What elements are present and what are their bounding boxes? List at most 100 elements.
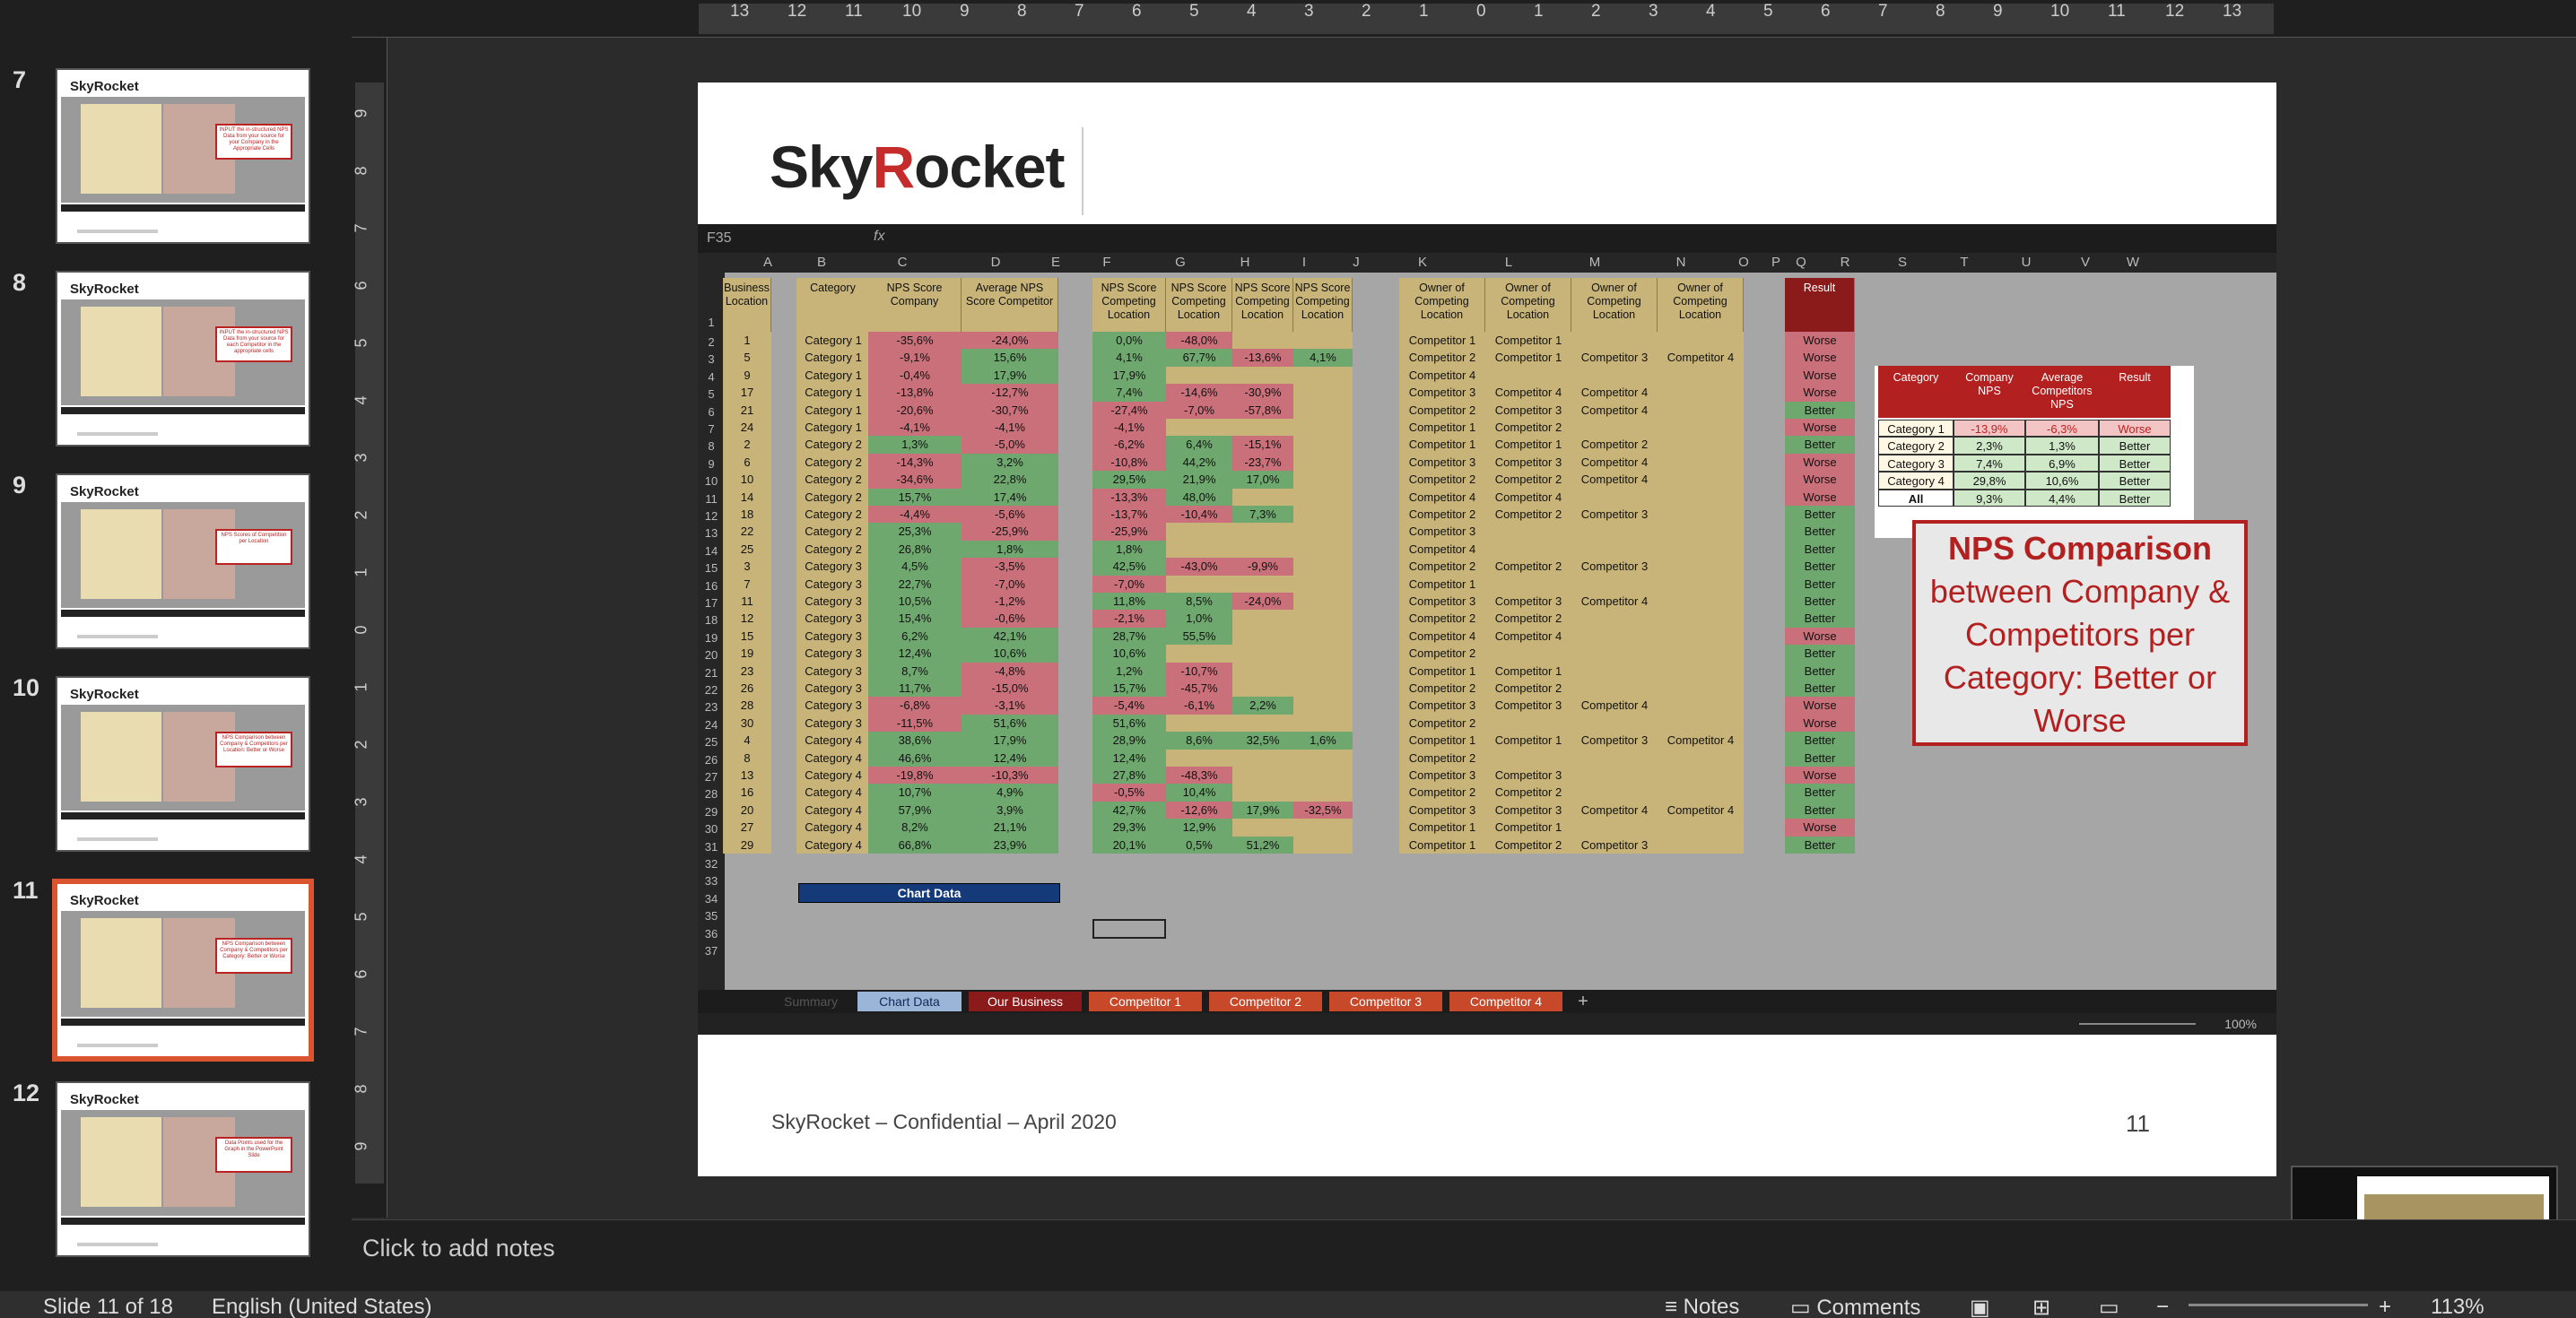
grid-cell[interactable]	[1658, 436, 1744, 454]
grid-cell[interactable]: Category 4	[796, 819, 870, 837]
grid-cell[interactable]: 7,4%	[1092, 384, 1166, 402]
grid-cell[interactable]: 3	[723, 558, 771, 576]
grid-cell[interactable]	[1293, 401, 1353, 419]
grid-cell[interactable]: Worse	[1785, 419, 1855, 437]
grid-cell[interactable]: Competitor 2	[1399, 471, 1485, 489]
grid-cell[interactable]: Competitor 3	[1399, 593, 1485, 611]
grid-cell[interactable]	[1658, 784, 1744, 802]
grid-cell[interactable]	[1658, 419, 1744, 437]
grid-cell[interactable]: 17,9%	[962, 732, 1058, 750]
grid-cell[interactable]	[1166, 366, 1232, 385]
grid-cell[interactable]	[1658, 575, 1744, 593]
grid-cell[interactable]	[1658, 593, 1744, 611]
grid-cell[interactable]: -13,8%	[868, 384, 962, 402]
grid-cell[interactable]: -15,0%	[962, 680, 1058, 698]
grid-cell[interactable]: -25,9%	[962, 523, 1058, 541]
grid-cell[interactable]: Competitor 1	[1399, 732, 1485, 750]
grid-cell[interactable]	[1293, 819, 1353, 837]
grid-cell[interactable]: Category 2	[796, 436, 870, 454]
grid-cell[interactable]: Competitor 1	[1399, 819, 1485, 837]
cell-reference[interactable]: F35	[707, 230, 732, 247]
grid-cell[interactable]: 15,7%	[1092, 680, 1166, 698]
grid-cell[interactable]	[1293, 836, 1353, 854]
grid-cell[interactable]: Competitor 2	[1399, 506, 1485, 524]
sheet-tab-5[interactable]: Competitor 3	[1329, 992, 1442, 1011]
grid-cell[interactable]: -12,7%	[962, 384, 1058, 402]
grid-cell[interactable]: Competitor 1	[1485, 436, 1571, 454]
grid-cell[interactable]: Competitor 4	[1658, 801, 1744, 819]
grid-cell[interactable]: Competitor 1	[1399, 436, 1485, 454]
grid-cell[interactable]: 8,5%	[1166, 593, 1232, 611]
chart-data-button[interactable]: Chart Data	[798, 883, 1060, 903]
grid-cell[interactable]: -10,4%	[1166, 506, 1232, 524]
grid-cell[interactable]: -13,6%	[1232, 349, 1293, 367]
grid-cell[interactable]: 8	[723, 749, 771, 767]
grid-cell[interactable]: Better	[1785, 575, 1855, 593]
grid-cell[interactable]: -27,4%	[1092, 401, 1166, 419]
grid-cell[interactable]	[1166, 749, 1232, 767]
grid-cell[interactable]: 23,9%	[962, 836, 1058, 854]
grid-cell[interactable]: Competitor 2	[1399, 749, 1485, 767]
grid-cell[interactable]: Competitor 2	[1399, 784, 1485, 802]
thumbnail-number[interactable]: 8	[13, 269, 48, 297]
grid-cell[interactable]: 44,2%	[1166, 453, 1232, 472]
grid-cell[interactable]: Competitor 3	[1485, 697, 1571, 715]
grid-cell[interactable]: Category 4	[796, 749, 870, 767]
grid-cell[interactable]	[1658, 645, 1744, 663]
grid-cell[interactable]: Competitor 1	[1485, 332, 1571, 350]
grid-cell[interactable]: 0,5%	[1166, 836, 1232, 854]
grid-cell[interactable]	[1293, 662, 1353, 680]
grid-cell[interactable]: Better	[1785, 436, 1855, 454]
grid-cell[interactable]: 28,7%	[1092, 627, 1166, 646]
thumbnail-number[interactable]: 9	[13, 472, 48, 499]
slide-thumbnail-9[interactable]: SkyRocket NPS Scores of Competition per L…	[56, 473, 310, 649]
grid-cell[interactable]: 12,4%	[1092, 749, 1166, 767]
grid-cell[interactable]: Worse	[1785, 471, 1855, 489]
grid-cell[interactable]: 7,3%	[1232, 506, 1293, 524]
grid-cell[interactable]: -43,0%	[1166, 558, 1232, 576]
grid-cell[interactable]	[1485, 366, 1571, 385]
grid-cell[interactable]: 38,6%	[868, 732, 962, 750]
grid-cell[interactable]	[1571, 366, 1658, 385]
zoom-level[interactable]: 113%	[2431, 1295, 2485, 1318]
grid-cell[interactable]: 2,2%	[1232, 697, 1293, 715]
grid-cell[interactable]: 15	[723, 627, 771, 646]
grid-cell[interactable]: 48,0%	[1166, 488, 1232, 506]
grid-cell[interactable]: Competitor 3	[1399, 801, 1485, 819]
grid-cell[interactable]: Competitor 2	[1485, 610, 1571, 628]
grid-cell[interactable]: Category 1	[796, 332, 870, 350]
grid-cell[interactable]: -19,8%	[868, 767, 962, 785]
grid-cell[interactable]: -0,5%	[1092, 784, 1166, 802]
grid-cell[interactable]: 17,0%	[1232, 471, 1293, 489]
grid-cell[interactable]: -14,6%	[1166, 384, 1232, 402]
thumbnail-number[interactable]: 7	[13, 66, 48, 94]
grid-cell[interactable]: Competitor 3	[1485, 801, 1571, 819]
grid-cell[interactable]: Category 1	[796, 366, 870, 385]
sheet-tab-6[interactable]: Competitor 4	[1449, 992, 1562, 1011]
grid-cell[interactable]: Category 4	[796, 801, 870, 819]
grid-cell[interactable]: Category 1	[796, 384, 870, 402]
grid-cell[interactable]	[1293, 610, 1353, 628]
grid-cell[interactable]: Worse	[1785, 366, 1855, 385]
grid-cell[interactable]: Competitor 2	[1399, 558, 1485, 576]
grid-cell[interactable]: Worse	[1785, 349, 1855, 367]
grid-cell[interactable]: 12	[723, 610, 771, 628]
zoom-out-icon[interactable]: −	[2156, 1295, 2169, 1318]
grid-cell[interactable]: Competitor 1	[1399, 332, 1485, 350]
grid-cell[interactable]: Worse	[1785, 453, 1855, 472]
grid-cell[interactable]: -30,7%	[962, 401, 1058, 419]
grid-cell[interactable]: 4	[723, 732, 771, 750]
grid-cell[interactable]: Category 2	[796, 471, 870, 489]
grid-cell[interactable]: 15,6%	[962, 349, 1058, 367]
grid-cell[interactable]	[1232, 662, 1293, 680]
grid-cell[interactable]: 30	[723, 714, 771, 733]
grid-cell[interactable]: 17,4%	[962, 488, 1058, 506]
grid-cell[interactable]	[1571, 332, 1658, 350]
grid-cell[interactable]: Competitor 1	[1399, 662, 1485, 680]
grid-cell[interactable]: Better	[1785, 645, 1855, 663]
grid-cell[interactable]	[1571, 680, 1658, 698]
grid-cell[interactable]: -0,4%	[868, 366, 962, 385]
grid-cell[interactable]: 29,5%	[1092, 471, 1166, 489]
grid-cell[interactable]	[1571, 419, 1658, 437]
grid-cell[interactable]: -20,6%	[868, 401, 962, 419]
